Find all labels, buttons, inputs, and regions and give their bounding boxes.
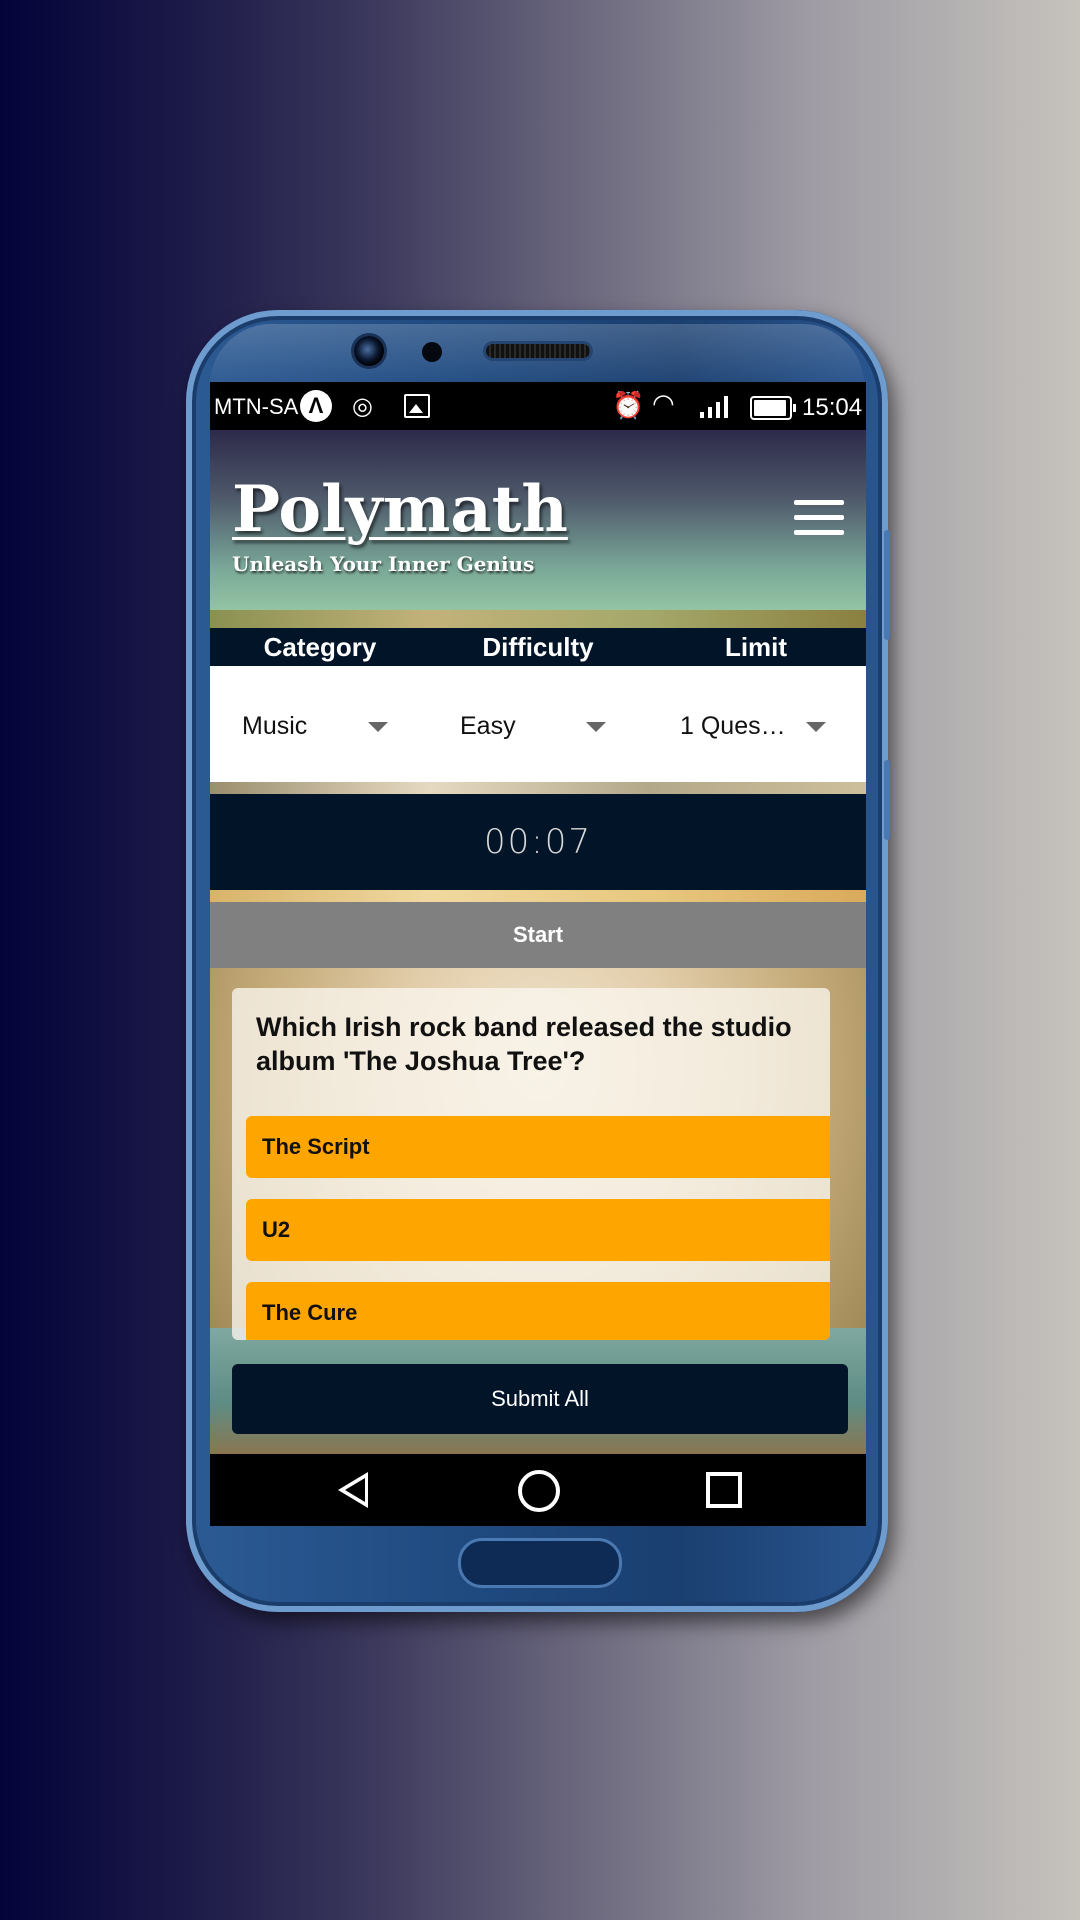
wifi-icon: ◠ (652, 388, 675, 418)
background-art-band (210, 782, 866, 794)
answer-option[interactable]: The Script (246, 1116, 830, 1178)
app-header: Polymath Unleash Your Inner Genius (210, 430, 866, 628)
image-icon (404, 394, 430, 418)
limit-select[interactable]: 1 Ques… (680, 708, 844, 748)
chevron-down-icon (586, 722, 606, 732)
answer-option[interactable]: U2 (246, 1199, 830, 1261)
difficulty-select[interactable]: Easy (460, 708, 620, 748)
submit-all-button[interactable]: Submit All (232, 1364, 848, 1434)
category-select[interactable]: Music (242, 708, 402, 748)
status-bar: MTN-SA Λ ◎ ⏰ ◠ 15:04 (210, 382, 866, 430)
proximity-sensor (422, 342, 442, 362)
app-title[interactable]: Polymath (232, 472, 568, 547)
answer-option[interactable]: The Cure (246, 1282, 830, 1340)
chevron-down-icon (368, 722, 388, 732)
hamburger-menu-icon[interactable] (794, 500, 844, 536)
timer-bar: 00:07 (210, 794, 866, 890)
countdown-timer: 00:07 (484, 822, 592, 862)
phone-screen: MTN-SA Λ ◎ ⏰ ◠ 15:04 Polymath Unleash Yo… (210, 382, 866, 1526)
battery-icon (750, 396, 796, 420)
app-content: Polymath Unleash Your Inner Genius Categ… (210, 430, 866, 1454)
difficulty-label: Difficulty (482, 632, 594, 662)
carrier-label: MTN-SA (214, 394, 299, 419)
location-icon: ◎ (352, 393, 373, 420)
chevron-down-icon (806, 722, 826, 732)
question-card: Which Irish rock band released the studi… (232, 988, 830, 1340)
filters-header: Category Difficulty Limit (210, 628, 866, 666)
header-background-strip (210, 610, 866, 628)
app-tagline: Unleash Your Inner Genius (232, 552, 535, 576)
earpiece-speaker (486, 344, 590, 358)
limit-label: Limit (724, 632, 788, 662)
limit-value: 1 Ques… (680, 712, 786, 740)
home-icon[interactable] (518, 1470, 560, 1512)
question-text: Which Irish rock band released the studi… (256, 1012, 792, 1076)
clock-time: 15:04 (802, 394, 863, 421)
hardware-home-button[interactable] (458, 1538, 622, 1588)
filters-row: Music Easy 1 Ques… (210, 666, 866, 782)
recent-apps-icon[interactable] (706, 1472, 742, 1508)
difficulty-value: Easy (460, 712, 516, 740)
volume-button[interactable] (884, 530, 890, 640)
start-button[interactable]: Start (210, 902, 866, 968)
background-art-band (210, 890, 866, 902)
signal-icon (700, 396, 730, 418)
system-navigation-bar (210, 1454, 866, 1526)
category-value: Music (242, 712, 308, 740)
app-a-icon: Λ (300, 390, 332, 422)
alarm-icon: ⏰ (612, 390, 645, 420)
power-button[interactable] (884, 760, 890, 840)
back-icon[interactable] (338, 1472, 368, 1508)
front-camera (354, 336, 384, 366)
category-label: Category (263, 632, 377, 662)
